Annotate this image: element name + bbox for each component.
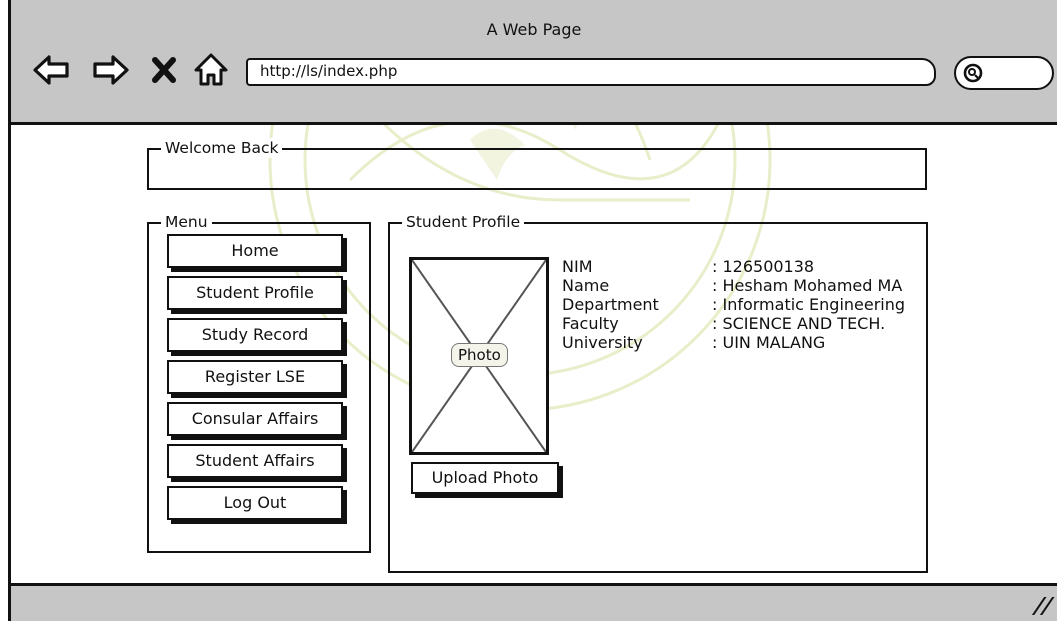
menu-panel: Menu Home Student Profile Study Record R… <box>147 212 371 553</box>
student-profile-legend: Student Profile <box>402 212 525 232</box>
search-input[interactable] <box>954 56 1054 90</box>
browser-toolbar: A Web Page http://ls/index.php <box>11 0 1057 125</box>
welcome-legend: Welcome Back <box>161 138 283 158</box>
field-value-faculty: : SCIENCE AND TECH. <box>712 314 886 333</box>
window-title: A Web Page <box>486 20 582 39</box>
browser-window: A Web Page http://ls/index.php Welcome B… <box>8 0 1057 621</box>
field-label-faculty: Faculty <box>562 314 619 333</box>
field-label-nim: NIM <box>562 257 593 276</box>
menu-item-log-out[interactable]: Log Out <box>167 486 343 520</box>
menu-item-consular-affairs[interactable]: Consular Affairs <box>167 402 343 436</box>
search-icon <box>963 63 983 83</box>
menu-legend: Menu <box>161 212 212 232</box>
profile-field-labels: NIM Name Department Faculty University <box>562 257 712 352</box>
home-icon[interactable] <box>191 50 231 90</box>
upload-photo-button[interactable]: Upload Photo <box>411 462 559 494</box>
status-bar: // <box>11 583 1057 621</box>
field-value-nim: : 126500138 <box>712 257 815 276</box>
menu-item-student-affairs[interactable]: Student Affairs <box>167 444 343 478</box>
menu-item-home[interactable]: Home <box>167 234 343 268</box>
resize-grip-icon[interactable]: // <box>1030 594 1055 619</box>
photo-label: Photo <box>451 343 508 367</box>
field-value-department: : Informatic Engineering <box>712 295 906 314</box>
back-arrow-icon[interactable] <box>31 50 71 90</box>
field-label-name: Name <box>562 276 610 295</box>
field-value-name: : Hesham Mohamed MA <box>712 276 903 295</box>
field-label-university: University <box>562 333 643 352</box>
address-bar[interactable]: http://ls/index.php <box>246 58 936 86</box>
profile-field-values: : 126500138 : Hesham Mohamed MA : Inform… <box>712 257 1052 352</box>
forward-arrow-icon[interactable] <box>91 50 131 90</box>
field-label-department: Department <box>562 295 659 314</box>
welcome-panel: Welcome Back <box>147 138 927 190</box>
menu-item-register-lse[interactable]: Register LSE <box>167 360 343 394</box>
menu-item-student-profile[interactable]: Student Profile <box>167 276 343 310</box>
stop-x-icon[interactable] <box>147 50 181 90</box>
field-value-university: : UIN MALANG <box>712 333 826 352</box>
menu-item-study-record[interactable]: Study Record <box>167 318 343 352</box>
